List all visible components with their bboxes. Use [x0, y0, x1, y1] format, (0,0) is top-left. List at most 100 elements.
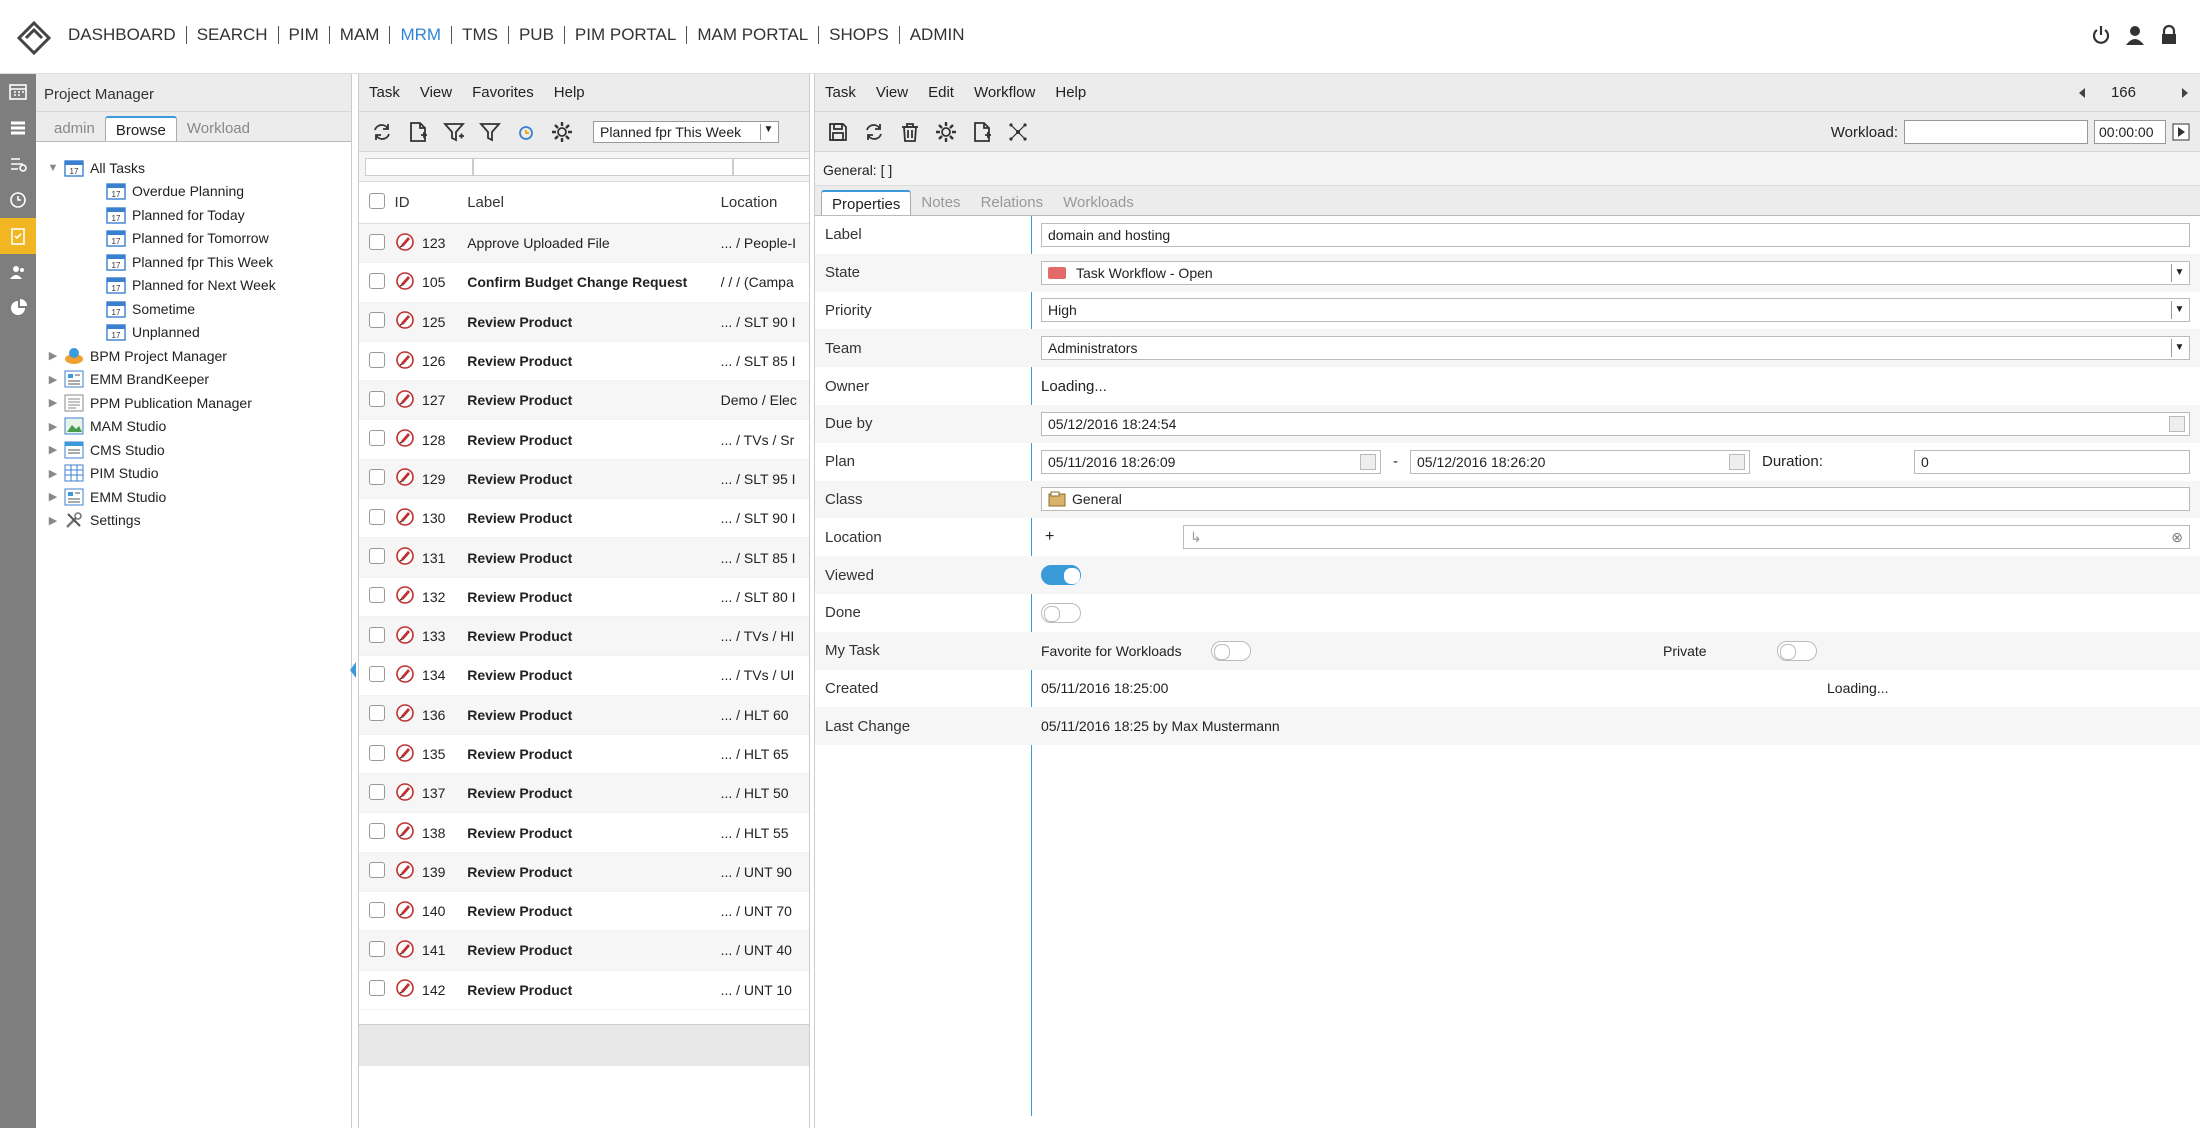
menu-favorites[interactable]: Favorites — [472, 84, 534, 101]
app-logo-icon[interactable] — [16, 20, 52, 56]
row-checkbox[interactable] — [369, 783, 385, 800]
chevron-down-icon[interactable]: ▼ — [2171, 301, 2187, 320]
table-row[interactable]: 140 Review Product ... / UNT 70 — [359, 892, 809, 932]
expand-arrow-icon[interactable]: ▶ — [46, 443, 60, 457]
location-filter-input[interactable] — [733, 158, 809, 176]
tree-item[interactable]: ▶ EMM BrandKeeper — [46, 368, 351, 392]
table-row[interactable]: 105 Confirm Budget Change Request / / / (C… — [359, 263, 809, 303]
rail-calendar-icon[interactable] — [0, 74, 36, 110]
power-icon[interactable] — [2090, 24, 2112, 46]
refresh-icon[interactable] — [371, 121, 393, 143]
table-row[interactable]: 139 Review Product ... / UNT 90 — [359, 852, 809, 893]
expand-arrow-icon[interactable]: ▶ — [46, 349, 60, 363]
tab-browse[interactable]: Browse — [104, 116, 177, 141]
next-record-icon[interactable] — [2180, 87, 2190, 99]
done-toggle[interactable] — [1041, 602, 1081, 623]
nav-item-admin[interactable]: ADMIN — [898, 26, 975, 44]
row-checkbox[interactable] — [369, 862, 385, 879]
row-checkbox[interactable] — [369, 626, 385, 643]
user-icon[interactable] — [2124, 24, 2146, 46]
tree-item[interactable]: ▶ CMS Studio — [46, 438, 351, 462]
nav-item-mam[interactable]: MAM — [328, 26, 390, 44]
expand-arrow-icon[interactable]: ▶ — [46, 513, 60, 527]
clock-icon[interactable] — [515, 121, 537, 143]
tree-item[interactable]: ▶ Settings — [46, 509, 351, 533]
rail-pie-chart-icon[interactable] — [0, 290, 36, 326]
table-row[interactable]: 132 Review Product ... / SLT 80 I — [359, 578, 809, 617]
row-checkbox[interactable] — [369, 587, 385, 604]
expand-arrow-icon[interactable]: ▶ — [46, 466, 60, 480]
rail-clock-icon[interactable] — [0, 182, 36, 218]
tree-item[interactable]: 17 Planned for Next Week — [46, 274, 351, 298]
chevron-down-icon[interactable]: ▼ — [2171, 339, 2187, 358]
select-all-checkbox[interactable] — [369, 192, 385, 209]
nav-item-mrm[interactable]: MRM — [389, 26, 451, 44]
filter-add-icon[interactable] — [443, 121, 465, 143]
due-by-input[interactable]: 05/12/2016 18:24:54 — [1041, 411, 2190, 436]
table-row[interactable]: 123 Approve Uploaded File ... / People-I — [359, 224, 809, 264]
location-input[interactable]: ↳ ⊗ — [1183, 525, 2190, 550]
row-checkbox[interactable] — [369, 980, 385, 997]
nav-item-mam-portal[interactable]: MAM PORTAL — [686, 26, 818, 44]
save-icon[interactable] — [827, 121, 849, 143]
nav-item-dashboard[interactable]: DASHBOARD — [68, 26, 186, 44]
table-row[interactable]: 135 Review Product ... / HLT 65 — [359, 735, 809, 775]
table-row[interactable]: 131 Review Product ... / SLT 85 I — [359, 538, 809, 578]
gear-icon[interactable] — [551, 121, 573, 143]
row-checkbox[interactable] — [369, 430, 385, 447]
viewed-toggle[interactable] — [1041, 565, 1081, 586]
plan-end-input[interactable]: 05/12/2016 18:26:20 — [1410, 449, 1750, 474]
nav-item-pim[interactable]: PIM — [277, 26, 329, 44]
column-header-id[interactable]: ID — [395, 194, 468, 211]
nav-item-pub[interactable]: PUB — [507, 26, 564, 44]
row-checkbox[interactable] — [369, 351, 385, 368]
private-toggle[interactable] — [1777, 640, 1817, 661]
favorite-for-workloads-toggle[interactable] — [1211, 640, 1251, 661]
expand-arrow-icon[interactable]: ▶ — [46, 372, 60, 386]
nav-item-shops[interactable]: SHOPS — [818, 26, 899, 44]
row-checkbox[interactable] — [369, 901, 385, 918]
table-row[interactable]: 137 Review Product ... / HLT 50 — [359, 774, 809, 814]
menu-view[interactable]: View — [876, 84, 908, 101]
duration-input[interactable]: 0 — [1914, 449, 2190, 474]
tree-item[interactable]: 17 Planned fpr This Week — [46, 250, 351, 274]
tree-item[interactable]: ▶ EMM Studio — [46, 485, 351, 509]
table-row[interactable]: 134 Review Product ... / TVs / UI — [359, 656, 809, 696]
label-filter-input[interactable] — [473, 158, 733, 176]
id-filter-input[interactable] — [365, 158, 473, 176]
table-row[interactable]: 138 Review Product ... / HLT 55 — [359, 813, 809, 853]
expand-arrow-icon[interactable]: ▶ — [46, 396, 60, 410]
plan-start-input[interactable]: 05/11/2016 18:26:09 — [1041, 449, 1381, 474]
rail-timeline-icon[interactable] — [0, 146, 36, 182]
tree-item[interactable]: ▶ BPM Project Manager — [46, 344, 351, 368]
chevron-down-icon[interactable]: ▼ — [760, 123, 776, 140]
menu-view[interactable]: View — [420, 84, 452, 101]
previous-record-icon[interactable] — [2077, 87, 2087, 99]
priority-select[interactable]: High ▼ — [1041, 298, 2190, 323]
table-row[interactable]: 141 Review Product ... / UNT 40 — [359, 931, 809, 971]
table-row[interactable]: 142 Review Product ... / UNT 10 — [359, 971, 809, 1010]
nav-item-search[interactable]: SEARCH — [185, 26, 278, 44]
table-row[interactable]: 136 Review Product ... / HLT 60 — [359, 695, 809, 735]
column-header-location[interactable]: Location — [721, 194, 809, 211]
tree-item[interactable]: ▶ PIM Studio — [46, 462, 351, 486]
menu-edit[interactable]: Edit — [928, 84, 954, 101]
new-task-icon[interactable] — [971, 121, 993, 143]
menu-task[interactable]: Task — [825, 84, 856, 101]
nav-item-pim-portal[interactable]: PIM PORTAL — [563, 26, 686, 44]
row-checkbox[interactable] — [369, 233, 385, 250]
tree-item[interactable]: 17 Sometime — [46, 297, 351, 321]
row-checkbox[interactable] — [369, 823, 385, 840]
table-row[interactable]: 130 Review Product ... / SLT 90 I — [359, 499, 809, 539]
tab-admin[interactable]: admin — [44, 116, 105, 141]
menu-workflow[interactable]: Workflow — [974, 84, 1035, 101]
calendar-icon[interactable] — [1360, 453, 1376, 470]
expand-arrow-icon[interactable]: ▶ — [46, 419, 60, 433]
lock-icon[interactable] — [2158, 24, 2180, 46]
table-row[interactable]: 133 Review Product ... / TVs / HI — [359, 616, 809, 657]
clear-icon[interactable]: ⊗ — [2171, 529, 2183, 546]
state-select[interactable]: Task Workflow - Open ▼ — [1041, 260, 2190, 285]
table-row[interactable]: 125 Review Product ... / SLT 90 I — [359, 302, 809, 342]
tab-relations[interactable]: Relations — [971, 190, 1054, 215]
table-row[interactable]: 127 Review Product Demo / Elec — [359, 381, 809, 421]
